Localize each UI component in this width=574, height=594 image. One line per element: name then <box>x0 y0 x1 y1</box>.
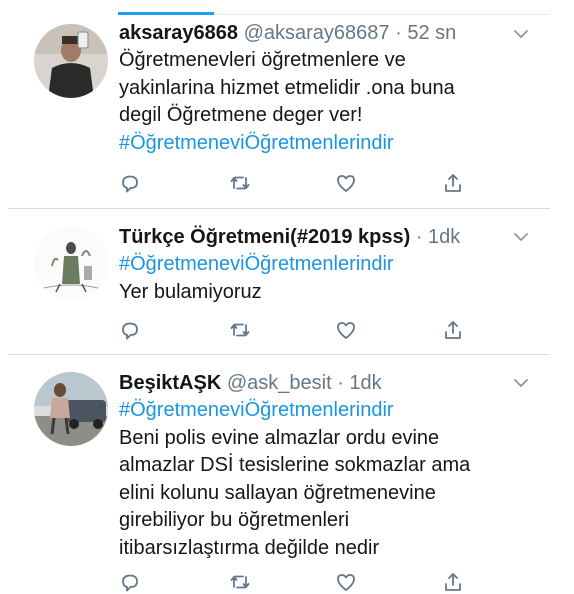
tweet-actions <box>118 570 478 594</box>
hashtag-link[interactable]: #ÖğretmeneviÖğretmenlerindir <box>119 130 539 158</box>
handle[interactable]: @ask_besit <box>227 372 332 394</box>
display-name[interactable]: Türkçe Öğretmeni(#2019 kpss) <box>119 226 410 248</box>
tweet-header: aksaray6868 @aksaray68687 · 52 sn <box>119 21 456 45</box>
tweet-line: yakinlarina hizmet etmelidir .ona buna <box>119 76 455 99</box>
chevron-down-icon[interactable] <box>512 228 530 246</box>
avatar[interactable] <box>34 372 108 446</box>
tweet[interactable]: Türkçe Öğretmeni(#2019 kpss) · 1dk #Öğre… <box>0 208 574 354</box>
display-name[interactable]: aksaray6868 <box>119 22 238 44</box>
display-name[interactable]: BeşiktAŞK <box>119 372 221 394</box>
retweet-icon[interactable] <box>228 171 252 195</box>
chevron-down-icon[interactable] <box>512 374 530 392</box>
chevron-down-icon[interactable] <box>512 25 530 43</box>
tweet-actions <box>118 318 478 342</box>
tweet-line: almazlar DSİ tesislerine sokmazlar ama <box>119 454 471 476</box>
timestamp[interactable]: 1dk <box>349 372 381 394</box>
tweet-header: Türkçe Öğretmeni(#2019 kpss) · 1dk <box>119 225 460 249</box>
separator-dot: · <box>395 22 402 44</box>
tweet-line: elini kolunu sallayan öğretmenevine <box>119 481 436 504</box>
separator-dot: · <box>337 372 344 394</box>
tweet-text: #ÖğretmeneviÖğretmenlerindir Yer bulamiy… <box>119 251 539 306</box>
tweet[interactable]: aksaray6868 @aksaray68687 · 52 sn Öğretm… <box>0 0 574 208</box>
reply-icon[interactable] <box>118 570 142 594</box>
tweet-line: degil Öğretmene deger ver! <box>119 104 363 126</box>
like-icon[interactable] <box>334 171 358 195</box>
retweet-icon[interactable] <box>228 318 252 342</box>
avatar[interactable] <box>34 226 108 300</box>
tweet-actions <box>118 171 478 195</box>
tweet-line: Öğretmenevleri öğretmenlere ve <box>119 49 406 71</box>
hashtag-link[interactable]: #ÖğretmeneviÖğretmenlerindir <box>119 397 539 425</box>
like-icon[interactable] <box>334 318 358 342</box>
retweet-icon[interactable] <box>228 570 252 594</box>
timestamp[interactable]: 1dk <box>428 226 460 248</box>
tweet-line: Yer bulamiyoruz <box>119 280 262 303</box>
timestamp[interactable]: 52 sn <box>407 22 456 44</box>
handle[interactable]: @aksaray68687 <box>244 22 390 44</box>
hashtag-link[interactable]: #ÖğretmeneviÖğretmenlerindir <box>119 251 539 279</box>
share-icon[interactable] <box>441 318 465 342</box>
tweet[interactable]: BeşiktAŞK @ask_besit · 1dk #ÖğretmeneviÖ… <box>0 354 574 592</box>
share-icon[interactable] <box>441 171 465 195</box>
tweet-line: girebiliyor bu öğretmenleri <box>119 509 350 531</box>
tweet-header: BeşiktAŞK @ask_besit · 1dk <box>119 371 382 395</box>
tweet-text: Öğretmenevleri öğretmenlere ve yakinlari… <box>119 47 539 157</box>
tweet-text: #ÖğretmeneviÖğretmenlerindir Beni polis … <box>119 397 539 562</box>
avatar[interactable] <box>34 24 108 98</box>
reply-icon[interactable] <box>118 171 142 195</box>
reply-icon[interactable] <box>118 318 142 342</box>
separator-dot: · <box>415 226 423 248</box>
like-icon[interactable] <box>334 570 358 594</box>
share-icon[interactable] <box>441 570 465 594</box>
tweet-line: Beni polis evine almazlar ordu evine <box>119 426 440 449</box>
tweet-line: itibarsızlaştırma değilde nedir <box>119 536 380 559</box>
